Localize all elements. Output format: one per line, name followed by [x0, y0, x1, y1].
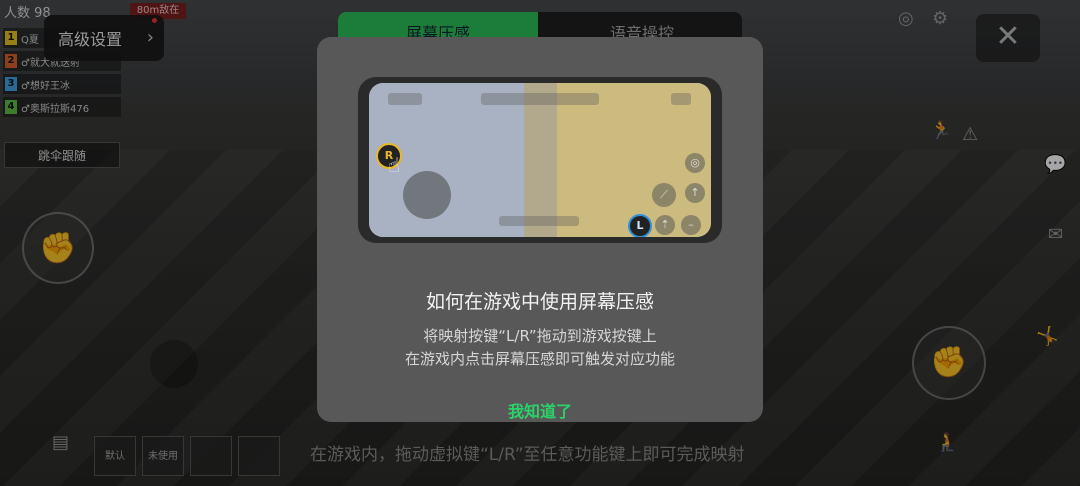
- got-it-button[interactable]: 我知道了: [470, 397, 610, 427]
- mini-crouch-icon: –: [681, 215, 701, 235]
- middle-zone: [524, 83, 557, 237]
- mini-joystick: [403, 171, 451, 219]
- mini-knife-icon: ⟋: [652, 183, 676, 207]
- phone-illustration: ◎ ⟋ ↑ ⇡ – R ☝ L: [358, 77, 722, 243]
- dialog-title: 如何在游戏中使用屏幕压感: [425, 291, 654, 313]
- mini-scope-icon: ◎: [685, 153, 705, 173]
- mini-hud-bar: [388, 93, 422, 105]
- phone-screen: ◎ ⟋ ↑ ⇡ – R ☝ L: [369, 83, 711, 237]
- mini-hud-bar: [481, 93, 599, 105]
- dialog-description: 将映射按键“L/R”拖动到游戏按键上 在游戏内点击屏幕压感即可触发对应功能: [317, 325, 763, 371]
- mini-hud-bar: [499, 216, 579, 226]
- l-mapping-key: L: [628, 214, 652, 237]
- mini-run-icon: ⇡: [655, 215, 675, 235]
- description-line: 将映射按键“L/R”拖动到游戏按键上: [423, 327, 657, 345]
- mini-jump-icon: ↑: [685, 183, 705, 203]
- description-line: 在游戏内点击屏幕压感即可触发对应功能: [404, 350, 675, 368]
- tutorial-dialog: ◎ ⟋ ↑ ⇡ – R ☝ L 如何在游戏中使用屏幕压感 将映射按键“L/R”拖…: [317, 37, 763, 422]
- hand-pointer-icon: ☝: [388, 153, 401, 177]
- mini-hud-bar: [671, 93, 691, 105]
